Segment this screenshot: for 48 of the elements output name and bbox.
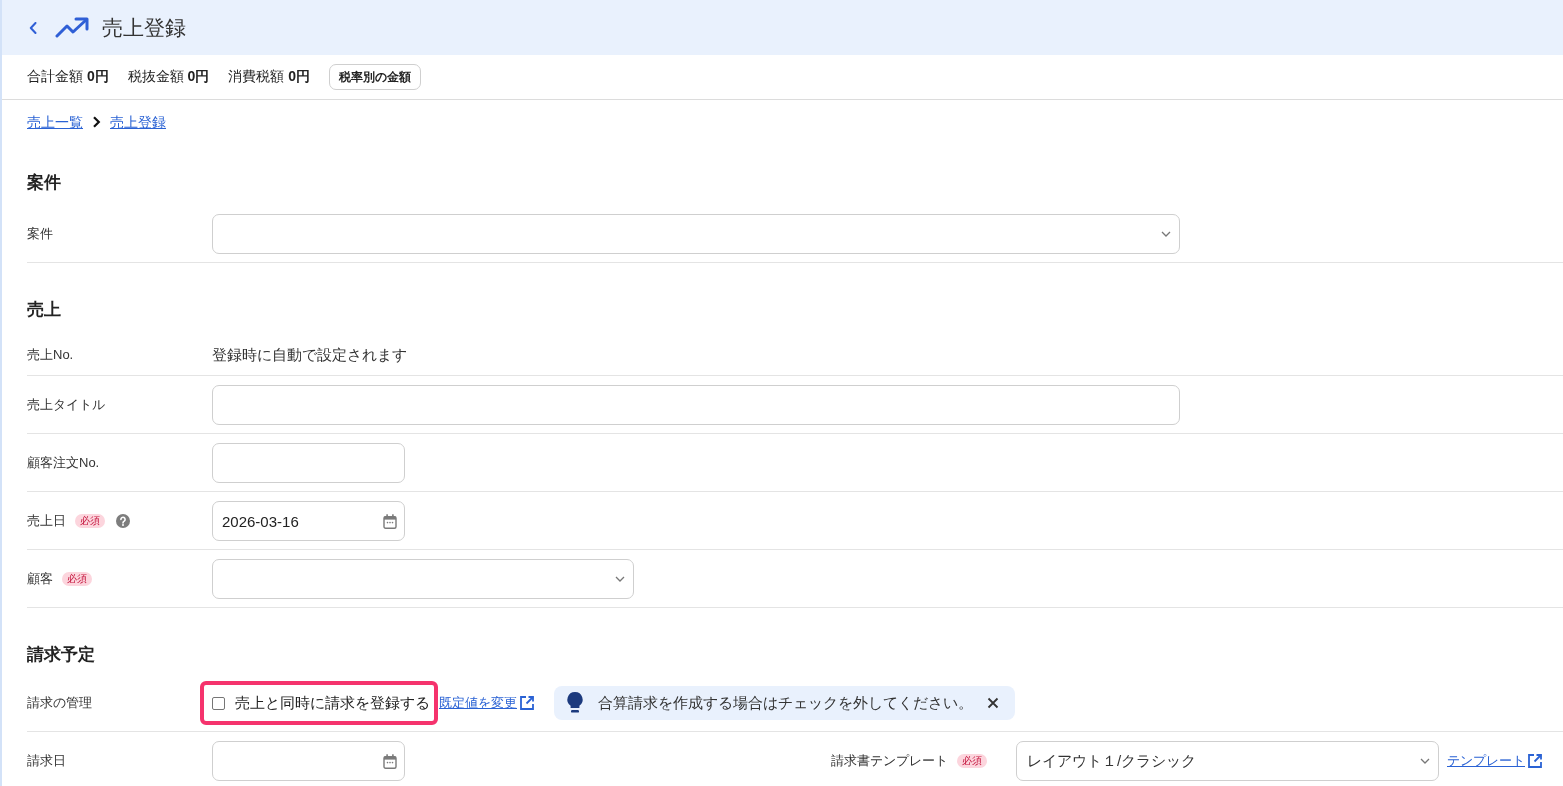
summary-amount: 合計金額 0円 — [27, 68, 109, 86]
section-heading: 案件 — [27, 172, 61, 194]
date-field[interactable] — [212, 741, 405, 781]
checkbox-label[interactable]: 売上と同時に請求を登録する — [235, 693, 430, 713]
text-input[interactable] — [212, 443, 405, 483]
external-link-icon — [1527, 753, 1543, 769]
field-label: 請求の管理 — [27, 694, 92, 712]
select-field[interactable] — [212, 559, 634, 599]
chevron-right-icon — [92, 116, 101, 128]
field-label: 顧客注文No. — [27, 454, 100, 472]
chevron-down-icon — [1420, 758, 1430, 764]
external-link[interactable]: テンプレート — [1447, 752, 1543, 770]
date-field[interactable]: 2026-03-16 — [212, 501, 405, 541]
chevron-down-icon — [1161, 231, 1171, 237]
calendar-icon — [383, 753, 397, 769]
page-title: 売上登録 — [102, 17, 186, 38]
required-badge: 必須 — [62, 572, 92, 586]
field-label: 顧客 — [27, 570, 53, 588]
text-input[interactable] — [212, 385, 1180, 425]
section-heading: 売上 — [27, 299, 61, 321]
external-link-icon — [519, 695, 535, 711]
help-icon[interactable] — [116, 514, 130, 528]
external-link[interactable]: 既定値を変更 — [439, 694, 535, 712]
back-chevron-icon[interactable] — [29, 21, 37, 34]
lightbulb-icon — [566, 691, 584, 715]
checkbox[interactable] — [212, 696, 225, 710]
summary-amount: 消費税額 0円 — [228, 68, 311, 86]
field-label: 売上日 — [27, 512, 66, 530]
required-badge: 必須 — [75, 514, 105, 528]
field-label: 案件 — [27, 225, 53, 243]
calendar-icon — [383, 513, 397, 529]
field-label: 売上No. — [27, 346, 74, 364]
chevron-down-icon — [615, 576, 625, 582]
summary-amount: 税抜金額 0円 — [127, 68, 210, 86]
trend-up-icon — [55, 17, 89, 38]
field-label: 請求日 — [27, 752, 66, 770]
field-label: 請求書テンプレート — [831, 752, 948, 770]
select-field[interactable]: レイアウト１/クラシック — [1016, 741, 1439, 781]
field-label: 売上タイトル — [27, 396, 105, 414]
close-icon[interactable] — [987, 697, 999, 709]
breadcrumb-link[interactable]: 売上一覧 — [27, 113, 83, 131]
required-badge: 必須 — [957, 754, 987, 768]
breadcrumb-link[interactable]: 売上登録 — [110, 113, 166, 131]
select-field[interactable] — [212, 214, 1180, 254]
tax-breakdown-button[interactable]: 税率別の金額 — [329, 64, 422, 90]
field-value: 登録時に自動で設定されます — [212, 346, 407, 365]
notice-text: 合算請求を作成する場合はチェックを外してください。 — [598, 693, 973, 713]
section-heading: 請求予定 — [27, 644, 95, 666]
